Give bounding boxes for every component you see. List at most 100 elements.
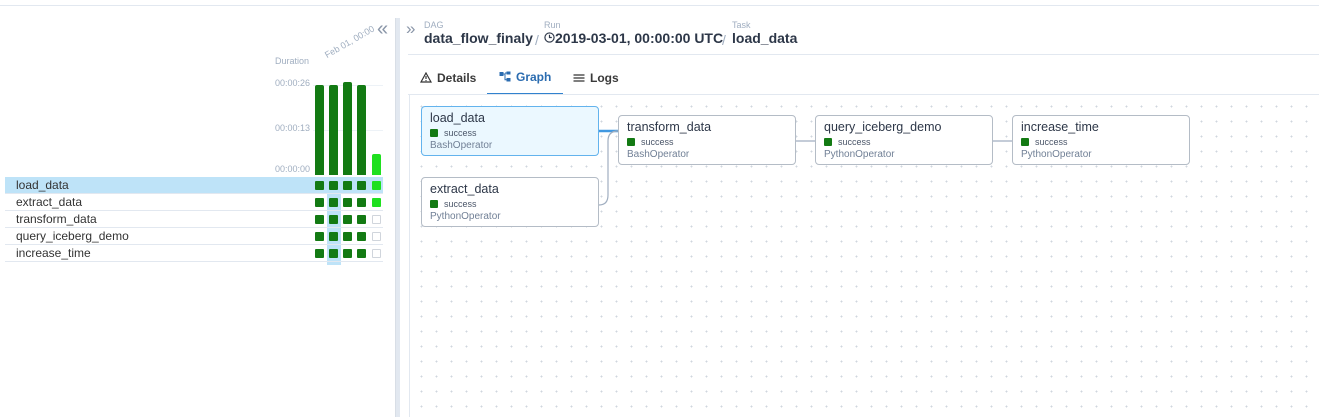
node-status: success (430, 199, 590, 209)
node-name: extract_data (430, 182, 499, 196)
node-name: transform_data (627, 120, 712, 134)
task-instance-cell[interactable] (372, 232, 381, 241)
node-extract-data[interactable]: extract_data success PythonOperator (421, 177, 599, 227)
duration-bar[interactable] (357, 85, 366, 175)
breadcrumb-dag-value: data_flow_finaly (424, 30, 533, 46)
node-status-label: success (444, 128, 477, 138)
task-name: transform_data (16, 212, 97, 226)
success-square-icon (627, 138, 635, 146)
node-operator: PythonOperator (1021, 149, 1092, 160)
task-instance-cell[interactable] (372, 215, 381, 224)
duration-tick-zero: 00:00:00 (274, 164, 310, 174)
task-instance-cell[interactable] (343, 198, 352, 207)
task-instance-cell[interactable] (343, 181, 352, 190)
task-instance-cell[interactable] (329, 215, 338, 224)
breadcrumb-separator: / (722, 32, 726, 48)
tab-logs-label: Logs (590, 70, 619, 85)
task-row[interactable]: query_iceberg_demo (5, 228, 383, 245)
task-instance-cell[interactable] (343, 215, 352, 224)
task-instance-cell[interactable] (372, 249, 381, 258)
duration-tick-max: 00:00:26 (274, 78, 310, 88)
node-transform-data[interactable]: transform_data success BashOperator (618, 115, 796, 165)
node-load-data[interactable]: load_data success BashOperator (421, 106, 599, 156)
duration-bar[interactable] (343, 82, 352, 175)
breadcrumb-task-caption: Task (732, 20, 751, 30)
success-square-icon (824, 138, 832, 146)
task-instance-cell[interactable] (329, 198, 338, 207)
grid-panel: « Duration Feb 01, 00:00 00:00:26 00:00:… (0, 0, 392, 417)
task-name: extract_data (16, 195, 83, 209)
task-instance-cell[interactable] (343, 249, 352, 258)
warning-icon (420, 72, 432, 83)
node-status: success (627, 137, 787, 147)
duration-tick-mid: 00:00:13 (274, 123, 310, 133)
node-name: query_iceberg_demo (824, 120, 942, 134)
node-operator: PythonOperator (430, 211, 501, 222)
task-instance-cell[interactable] (315, 198, 324, 207)
duration-bar[interactable] (329, 85, 338, 175)
node-operator: PythonOperator (824, 149, 895, 160)
task-instance-cell[interactable] (315, 181, 324, 190)
task-instance-cell[interactable] (329, 181, 338, 190)
task-name: query_iceberg_demo (16, 229, 129, 243)
task-name: load_data (16, 178, 69, 192)
expand-grid-icon[interactable]: » (406, 19, 415, 39)
details-panel: » DAG data_flow_finaly / Run 2019-03-01,… (400, 0, 1319, 417)
task-instance-cell[interactable] (372, 198, 381, 207)
node-status-label: success (838, 137, 871, 147)
task-row[interactable]: extract_data (5, 194, 383, 211)
clock-icon (544, 32, 555, 43)
breadcrumb-run[interactable]: Run 2019-03-01, 00:00:00 UTC (544, 20, 723, 47)
tab-graph[interactable]: Graph (487, 60, 564, 95)
tab-details[interactable]: Details (408, 60, 488, 95)
node-query-iceberg-demo[interactable]: query_iceberg_demo success PythonOperato… (815, 115, 993, 165)
task-instance-cell[interactable] (315, 232, 324, 241)
node-name: load_data (430, 111, 485, 125)
task-instance-cell[interactable] (357, 215, 366, 224)
task-instance-cell[interactable] (357, 198, 366, 207)
node-status: success (430, 128, 590, 138)
node-status-label: success (641, 137, 674, 147)
task-instance-cell[interactable] (315, 215, 324, 224)
graph-icon (499, 71, 511, 82)
task-name: increase_time (16, 246, 91, 260)
task-instance-cell[interactable] (315, 249, 324, 258)
duration-bar[interactable] (315, 85, 324, 175)
success-square-icon (430, 200, 438, 208)
task-instance-cell[interactable] (343, 232, 352, 241)
success-square-icon (1021, 138, 1029, 146)
task-row[interactable]: increase_time (5, 245, 383, 262)
node-status: success (824, 137, 984, 147)
duration-label: Duration (275, 56, 310, 66)
task-instance-cell[interactable] (357, 181, 366, 190)
list-icon (573, 73, 585, 82)
breadcrumb-run-value-wrap: 2019-03-01, 00:00:00 UTC (544, 30, 723, 47)
node-operator: BashOperator (627, 149, 690, 160)
task-instance-cell[interactable] (357, 249, 366, 258)
task-row[interactable]: transform_data (5, 211, 383, 228)
node-status-label: success (1035, 137, 1068, 147)
node-status-label: success (444, 199, 477, 209)
node-name: increase_time (1021, 120, 1099, 134)
breadcrumb-separator: / (535, 32, 539, 48)
node-status: success (1021, 137, 1181, 147)
breadcrumb-task[interactable]: Task load_data (732, 20, 797, 47)
task-instance-cell[interactable] (329, 232, 338, 241)
collapse-grid-icon[interactable]: « (377, 19, 388, 39)
graph-canvas[interactable]: load_data success BashOperator extract_d… (409, 95, 1319, 417)
breadcrumb-run-caption: Run (544, 20, 561, 30)
node-increase-time[interactable]: increase_time success PythonOperator (1012, 115, 1190, 165)
task-instance-cell[interactable] (357, 232, 366, 241)
tab-logs[interactable]: Logs (561, 60, 631, 95)
breadcrumb-dag[interactable]: DAG data_flow_finaly (424, 20, 533, 47)
breadcrumb-task-value: load_data (732, 30, 798, 46)
duration-bar[interactable] (372, 154, 381, 175)
breadcrumb-dag-caption: DAG (424, 20, 444, 30)
breadcrumb-run-value: 2019-03-01, 00:00:00 UTC (555, 30, 724, 46)
run-date-label: Feb 01, 00:00 (323, 23, 377, 61)
tab-details-label: Details (437, 70, 477, 85)
task-instance-cell[interactable] (329, 249, 338, 258)
node-operator: BashOperator (430, 140, 493, 151)
task-row[interactable]: load_data (5, 177, 383, 194)
task-instance-cell[interactable] (372, 181, 381, 190)
